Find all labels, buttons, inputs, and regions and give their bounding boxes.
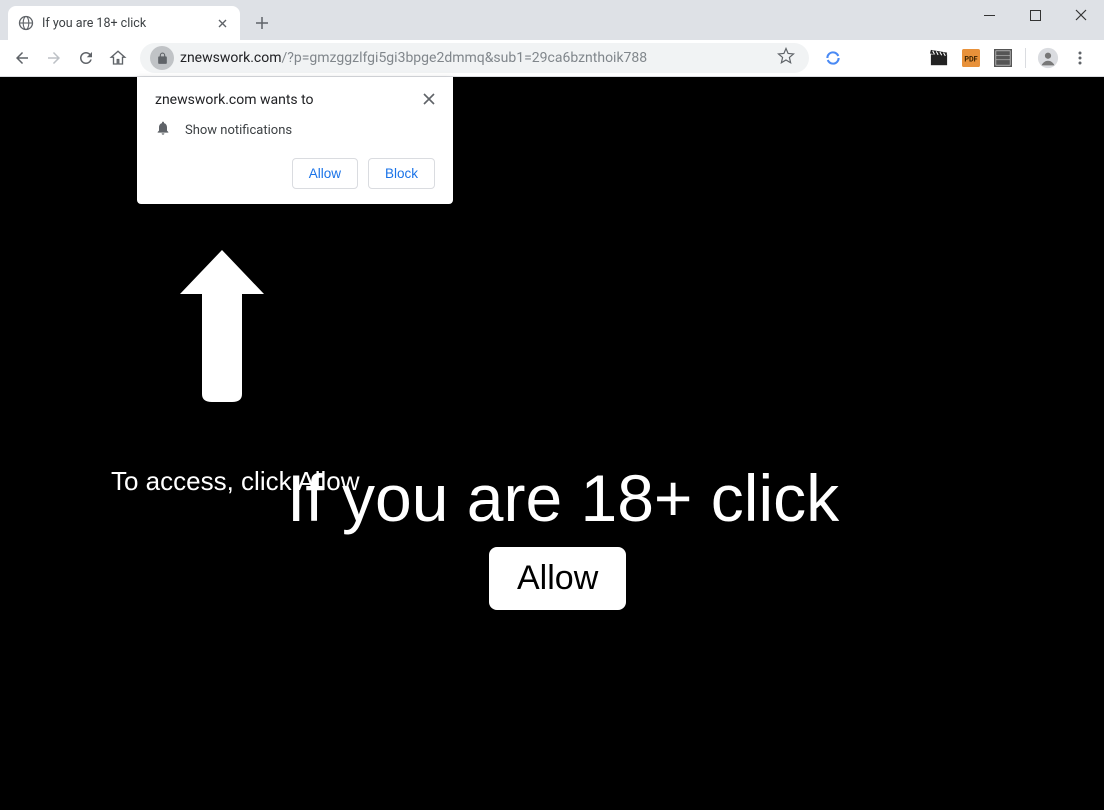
pdf-extension-icon[interactable]: PDF	[957, 44, 985, 72]
url-text: znewswork.com/?p=gmzggzlfgi5gi3bpge2dmmq…	[180, 50, 773, 66]
permission-row-text: Show notifications	[185, 123, 292, 138]
toolbar-separator	[1025, 48, 1026, 68]
block-button[interactable]: Block	[368, 158, 435, 189]
forward-button[interactable]	[38, 42, 70, 74]
profile-avatar-button[interactable]	[1034, 44, 1062, 72]
headline-text: If you are 18+ click	[287, 460, 839, 536]
back-button[interactable]	[6, 42, 38, 74]
address-bar[interactable]: znewswork.com/?p=gmzggzlfgi5gi3bpge2dmmq…	[140, 43, 809, 73]
menu-button[interactable]	[1066, 44, 1094, 72]
svg-text:PDF: PDF	[964, 55, 977, 64]
maximize-button[interactable]	[1012, 0, 1058, 30]
url-path: /?p=gmzggzlfgi5gi3bpge2dmmq&sub1=29ca6bz…	[281, 50, 647, 66]
close-tab-button[interactable]	[214, 15, 230, 31]
allow-button[interactable]: Allow	[292, 158, 358, 189]
permission-title: znewswork.com wants to	[155, 92, 314, 108]
permission-close-button[interactable]	[423, 92, 435, 108]
minimize-button[interactable]	[966, 0, 1012, 30]
globe-icon	[18, 15, 34, 31]
new-tab-button[interactable]	[248, 9, 276, 37]
reload-button[interactable]	[70, 42, 102, 74]
extensions-area	[815, 44, 851, 72]
grid-extension-icon[interactable]	[989, 44, 1017, 72]
browser-tab[interactable]: If you are 18+ click	[8, 6, 240, 40]
close-window-button[interactable]	[1058, 0, 1104, 30]
arrow-up-icon	[172, 242, 272, 414]
browser-toolbar: znewswork.com/?p=gmzggzlfgi5gi3bpge2dmmq…	[0, 40, 1104, 77]
site-info-button[interactable]	[150, 46, 174, 70]
tab-bar: If you are 18+ click	[0, 0, 1104, 40]
url-domain: znewswork.com	[180, 50, 281, 66]
refresh-extension-icon[interactable]	[819, 44, 847, 72]
extensions-icons: PDF	[921, 44, 1098, 72]
home-button[interactable]	[102, 42, 134, 74]
bookmark-star-button[interactable]	[773, 47, 799, 69]
window-controls	[966, 0, 1104, 30]
permission-row: Show notifications	[155, 120, 435, 140]
page-allow-button[interactable]: Allow	[489, 547, 626, 610]
clapperboard-icon[interactable]	[925, 44, 953, 72]
tab-title: If you are 18+ click	[42, 16, 214, 31]
notification-permission-dialog: znewswork.com wants to Show notification…	[137, 77, 453, 204]
bell-icon	[155, 120, 171, 140]
